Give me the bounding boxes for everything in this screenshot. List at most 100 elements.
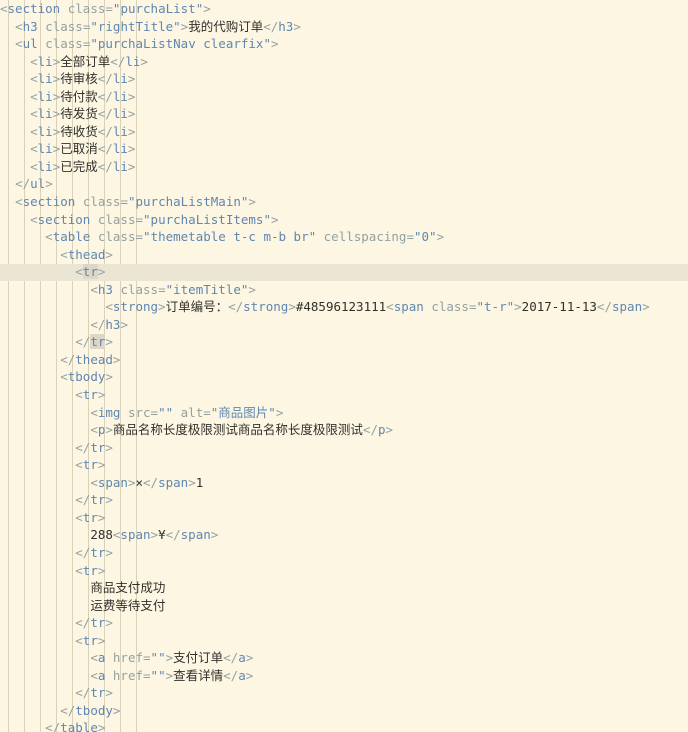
code-line[interactable]: <table class="themetable t-c m-b br" cel… xyxy=(0,228,688,246)
syntax-tag: tr xyxy=(90,544,106,560)
syntax-punctuation: > xyxy=(127,88,136,104)
syntax-punctuation xyxy=(105,668,113,683)
code-line[interactable]: 运费等待支付 xyxy=(0,597,688,615)
syntax-punctuation: < xyxy=(90,474,98,490)
code-line[interactable]: <li>待收货</li> xyxy=(0,123,688,141)
syntax-tag: section xyxy=(37,211,91,227)
code-line[interactable]: </tr> xyxy=(0,333,688,351)
syntax-punctuation: </ xyxy=(165,527,181,543)
code-line[interactable]: <tr> xyxy=(0,386,688,404)
syntax-punctuation: > xyxy=(127,71,136,87)
code-line[interactable]: </tr> xyxy=(0,614,688,632)
code-line[interactable]: </tbody> xyxy=(0,702,688,720)
syntax-punctuation: </ xyxy=(75,615,91,631)
code-line[interactable]: <a href="">查看详情</a> xyxy=(0,667,688,685)
syntax-punctuation: < xyxy=(60,369,68,385)
code-line[interactable]: <thead> xyxy=(0,246,688,264)
syntax-string: "itemTitle" xyxy=(165,281,249,297)
syntax-punctuation: > xyxy=(275,404,284,420)
syntax-text: 288 xyxy=(90,527,113,543)
syntax-punctuation: </ xyxy=(60,702,76,718)
code-line[interactable]: <span>×</span>1 xyxy=(0,474,688,492)
syntax-tag: li xyxy=(37,53,53,69)
syntax-punctuation: = xyxy=(406,229,414,245)
syntax-tag: strong xyxy=(243,299,289,315)
code-line[interactable]: <img src="" alt="商品图片"> xyxy=(0,404,688,422)
code-line[interactable]: <li>待付款</li> xyxy=(0,88,688,106)
code-line[interactable]: <tr> xyxy=(0,562,688,580)
syntax-punctuation: </ xyxy=(75,544,91,560)
syntax-punctuation: < xyxy=(30,106,38,122)
code-line[interactable]: <li>待审核</li> xyxy=(0,70,688,88)
syntax-punctuation: </ xyxy=(90,316,106,332)
syntax-string: "purchaListNav clearfix" xyxy=(90,36,271,52)
syntax-string: "purchaListMain" xyxy=(127,194,249,210)
syntax-punctuation: < xyxy=(30,71,38,87)
code-line[interactable]: <h3 class="rightTitle">我的代购订单</h3> xyxy=(0,18,688,36)
syntax-text: 2017-11-13 xyxy=(521,299,597,315)
syntax-punctuation: < xyxy=(90,650,98,666)
code-line[interactable]: <ul class="purchaListNav clearfix"> xyxy=(0,35,688,53)
syntax-text: 已完成 xyxy=(60,158,98,174)
code-line[interactable]: <section class="purchaList"> xyxy=(0,0,688,18)
syntax-tag: h3 xyxy=(105,316,121,332)
code-line[interactable]: <tr> xyxy=(0,632,688,650)
syntax-punctuation: > xyxy=(97,632,106,648)
code-line[interactable]: </tr> xyxy=(0,544,688,562)
code-line[interactable]: <strong>订单编号：</strong>#48596123111<span … xyxy=(0,298,688,316)
code-line[interactable]: <tr> xyxy=(0,263,688,281)
code-line[interactable]: <li>待发货</li> xyxy=(0,105,688,123)
syntax-tag: li xyxy=(37,141,53,157)
code-line[interactable]: </tr> xyxy=(0,491,688,509)
syntax-tag: section xyxy=(22,194,76,210)
syntax-tag: ul xyxy=(22,36,38,52)
code-line[interactable]: <li>已取消</li> xyxy=(0,140,688,158)
code-line[interactable]: <h3 class="itemTitle"> xyxy=(0,281,688,299)
syntax-punctuation: </ xyxy=(97,88,113,104)
syntax-punctuation: > xyxy=(105,492,113,508)
code-line[interactable]: <tr> xyxy=(0,456,688,474)
syntax-tag: h3 xyxy=(97,281,113,297)
syntax-punctuation: > xyxy=(293,18,301,34)
code-line[interactable]: <tr> xyxy=(0,509,688,527)
code-line[interactable]: <tbody> xyxy=(0,368,688,386)
syntax-attribute: alt xyxy=(180,404,204,420)
code-line[interactable]: </tr> xyxy=(0,439,688,457)
syntax-tag: tr xyxy=(82,457,98,473)
syntax-punctuation: > xyxy=(105,439,113,455)
code-line[interactable]: </table> xyxy=(0,719,688,732)
code-line[interactable]: <li>已完成</li> xyxy=(0,158,688,176)
syntax-punctuation: > xyxy=(105,422,113,438)
syntax-punctuation: > xyxy=(97,264,106,280)
code-line[interactable]: </ul> xyxy=(0,175,688,193)
syntax-attribute: class xyxy=(431,299,469,315)
syntax-text: 已取消 xyxy=(60,141,98,157)
syntax-punctuation: </ xyxy=(97,141,113,157)
syntax-tag: tr xyxy=(82,509,98,525)
syntax-tag: tbody xyxy=(67,369,106,385)
code-line[interactable]: <li>全部订单</li> xyxy=(0,53,688,71)
syntax-punctuation: < xyxy=(75,387,83,403)
code-line[interactable]: <section class="purchaListItems"> xyxy=(0,211,688,229)
syntax-punctuation: > xyxy=(127,141,136,157)
syntax-text: 我的代购订单 xyxy=(188,18,264,34)
code-line[interactable]: 288<span>¥</span> xyxy=(0,526,688,544)
syntax-punctuation xyxy=(75,194,83,209)
syntax-punctuation: > xyxy=(97,457,106,473)
syntax-punctuation: > xyxy=(188,474,196,490)
code-line[interactable]: </thead> xyxy=(0,351,688,369)
code-line[interactable]: <section class="purchaListMain"> xyxy=(0,193,688,211)
syntax-punctuation: </ xyxy=(223,667,239,683)
code-editor[interactable]: <section class="purchaList"> <h3 class="… xyxy=(0,0,688,732)
code-line[interactable]: </h3> xyxy=(0,316,688,334)
code-line[interactable]: <p>商品名称长度极限测试商品名称长度极限测试</p> xyxy=(0,421,688,439)
code-line[interactable]: 商品支付成功 xyxy=(0,579,688,597)
code-content[interactable]: <section class="purchaList"> <h3 class="… xyxy=(0,0,688,732)
syntax-tag: tr xyxy=(82,632,98,648)
syntax-punctuation: < xyxy=(30,123,38,139)
syntax-attribute: cellspacing xyxy=(323,229,407,245)
code-line[interactable]: <a href="">支付订单</a> xyxy=(0,649,688,667)
syntax-text: 运费等待支付 xyxy=(90,597,166,613)
code-line[interactable]: </tr> xyxy=(0,684,688,702)
syntax-punctuation: > xyxy=(288,299,296,315)
